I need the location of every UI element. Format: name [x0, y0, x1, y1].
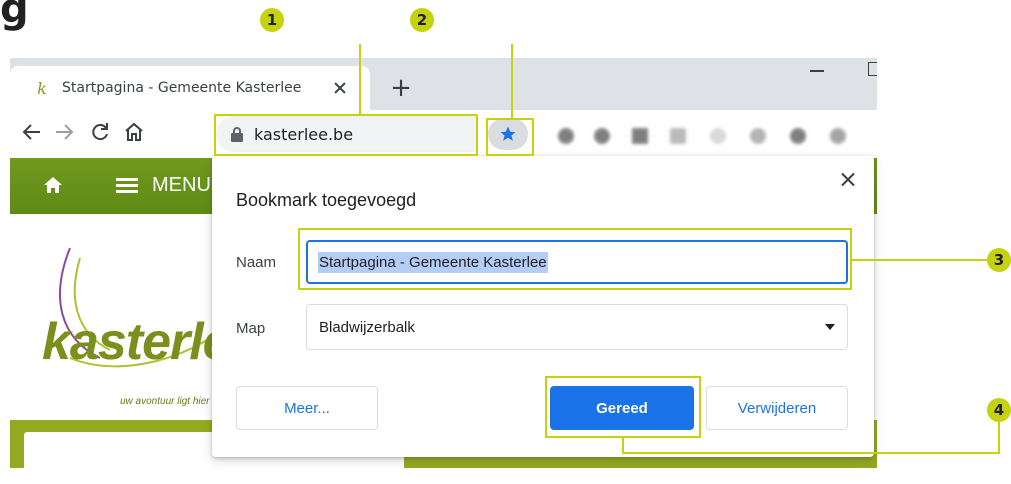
extension-icon[interactable]	[558, 128, 574, 144]
callout-line-4c	[998, 420, 1000, 454]
highlight-star-button	[486, 118, 534, 156]
extension-icon[interactable]	[670, 128, 686, 144]
chevron-down-icon	[825, 324, 835, 330]
tab-close-icon[interactable]	[332, 80, 348, 96]
highlight-address-bar	[214, 114, 478, 156]
extension-icon[interactable]	[750, 128, 766, 144]
back-icon[interactable]	[20, 120, 44, 144]
highlight-name-input	[298, 228, 852, 290]
home-icon[interactable]	[122, 120, 146, 144]
callout-marker-1: 1	[260, 8, 284, 32]
maximize-icon[interactable]	[868, 62, 877, 76]
highlight-done-button	[545, 376, 701, 438]
callout-marker-3: 3	[987, 248, 1011, 272]
dialog-title: Bookmark toegevoegd	[236, 190, 417, 210]
bookmark-dialog: Bookmark toegevoegd Naam Startpagina - G…	[212, 156, 874, 457]
extension-icon[interactable]	[594, 128, 610, 144]
heading-fragment: g	[0, 0, 30, 32]
extension-icon[interactable]	[710, 128, 726, 144]
callout-line-4b	[622, 452, 1000, 454]
callout-marker-2: 2	[410, 8, 434, 32]
site-menu-label[interactable]: MENU	[152, 174, 212, 197]
site-tagline: uw avontuur ligt hier	[120, 396, 210, 407]
folder-value: Bladwijzerbalk	[319, 318, 415, 336]
new-tab-button[interactable]: +	[386, 74, 416, 104]
extension-icon[interactable]	[632, 128, 648, 144]
tab-startpagina[interactable]: k Startpagina - Gemeente Kasterlee	[10, 66, 370, 110]
site-logo-text[interactable]: kasterlee	[42, 312, 217, 372]
tab-strip: k Startpagina - Gemeente Kasterlee +	[10, 58, 877, 110]
site-home-icon[interactable]	[44, 177, 62, 193]
minimize-icon[interactable]	[810, 70, 824, 72]
callout-marker-4: 4	[987, 398, 1011, 422]
callout-line-3	[852, 259, 988, 261]
folder-select[interactable]: Bladwijzerbalk	[306, 304, 848, 350]
tab-title: Startpagina - Gemeente Kasterlee	[62, 80, 302, 96]
extension-icon[interactable]	[790, 128, 806, 144]
more-button[interactable]: Meer...	[236, 386, 378, 430]
close-icon[interactable]	[838, 170, 858, 190]
site-favicon-icon: k	[37, 78, 47, 98]
reload-icon[interactable]	[88, 120, 112, 144]
name-label: Naam	[236, 254, 277, 271]
forward-icon[interactable]	[52, 120, 76, 144]
folder-label: Map	[236, 320, 266, 337]
hamburger-menu-icon[interactable]	[116, 178, 138, 194]
callout-line-1	[359, 44, 361, 114]
extension-icon[interactable]	[830, 128, 846, 144]
callout-line-2	[511, 44, 513, 118]
remove-button[interactable]: Verwijderen	[706, 386, 848, 430]
